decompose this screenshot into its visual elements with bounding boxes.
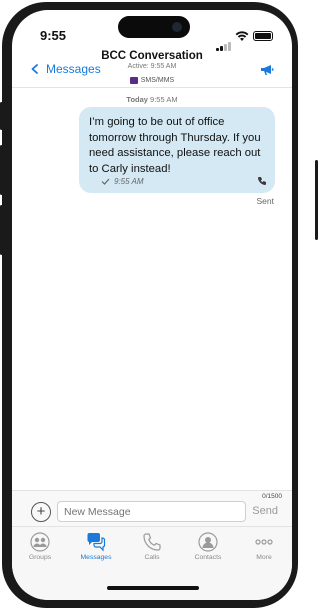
channel-type: SMS/MMS	[129, 77, 175, 84]
groups-icon	[30, 532, 50, 552]
conversation-header: Messages BCC Conversation Active: 9:55 A…	[12, 50, 292, 88]
message-composer: + 0/1500 Send	[12, 490, 292, 526]
date-separator-time: 9:55 AM	[150, 95, 178, 104]
checkmark-icon	[101, 178, 110, 185]
send-button[interactable]: Send	[252, 505, 278, 517]
side-button	[315, 160, 318, 240]
tab-bar: Groups Messages Calls Contacts More	[12, 526, 292, 600]
channel-label: SMS/MMS	[140, 77, 175, 84]
chat-bubbles-icon	[87, 533, 106, 552]
wifi-icon	[235, 31, 249, 41]
conversation-info[interactable]: BCC Conversation Active: 9:55 AM SMS/MMS	[12, 50, 292, 89]
phone-icon	[143, 533, 161, 551]
character-counter: 0/1500	[262, 493, 282, 500]
tab-label: Messages	[80, 554, 112, 561]
conversation-title: BCC Conversation	[101, 50, 203, 62]
screen: 9:55 Messages BCC Conversation Active: 9…	[12, 10, 292, 600]
message-list[interactable]: Today 9:55 AM I’m going to be out of off…	[12, 89, 292, 501]
date-separator-day: Today	[126, 95, 148, 104]
status-bar: 9:55	[12, 10, 292, 51]
message-text: I’m going to be out of office tomorrow t…	[89, 116, 261, 175]
date-separator: Today 9:55 AM	[12, 95, 292, 104]
status-time: 9:55	[40, 28, 67, 43]
sms-delivery-icon	[258, 177, 266, 185]
volume-down-button	[0, 205, 3, 255]
message-meta: 9:55 AM	[101, 177, 144, 186]
tab-label: Calls	[144, 554, 160, 561]
tab-label: Contacts	[194, 554, 222, 561]
message-bubble[interactable]: I’m going to be out of office tomorrow t…	[79, 107, 275, 193]
volume-up-button	[0, 145, 3, 195]
message-input[interactable]	[57, 501, 246, 522]
tab-more[interactable]: More	[236, 527, 292, 600]
contacts-icon	[198, 532, 218, 552]
add-attachment-button[interactable]: +	[31, 502, 51, 522]
more-dots-icon	[255, 539, 273, 545]
megaphone-icon[interactable]	[260, 64, 274, 76]
home-indicator	[107, 586, 199, 590]
message-status: Sent	[256, 196, 275, 206]
tab-groups[interactable]: Groups	[12, 527, 68, 600]
active-status: Active: 9:55 AM	[127, 63, 177, 70]
battery-icon	[253, 31, 273, 41]
tab-label: Groups	[28, 554, 52, 561]
dynamic-island	[118, 16, 190, 38]
action-button	[0, 102, 3, 130]
sms-icon	[129, 77, 138, 84]
cellular-signal-icon	[216, 33, 232, 51]
tab-label: More	[256, 554, 272, 561]
message-time: 9:55 AM	[114, 177, 144, 186]
